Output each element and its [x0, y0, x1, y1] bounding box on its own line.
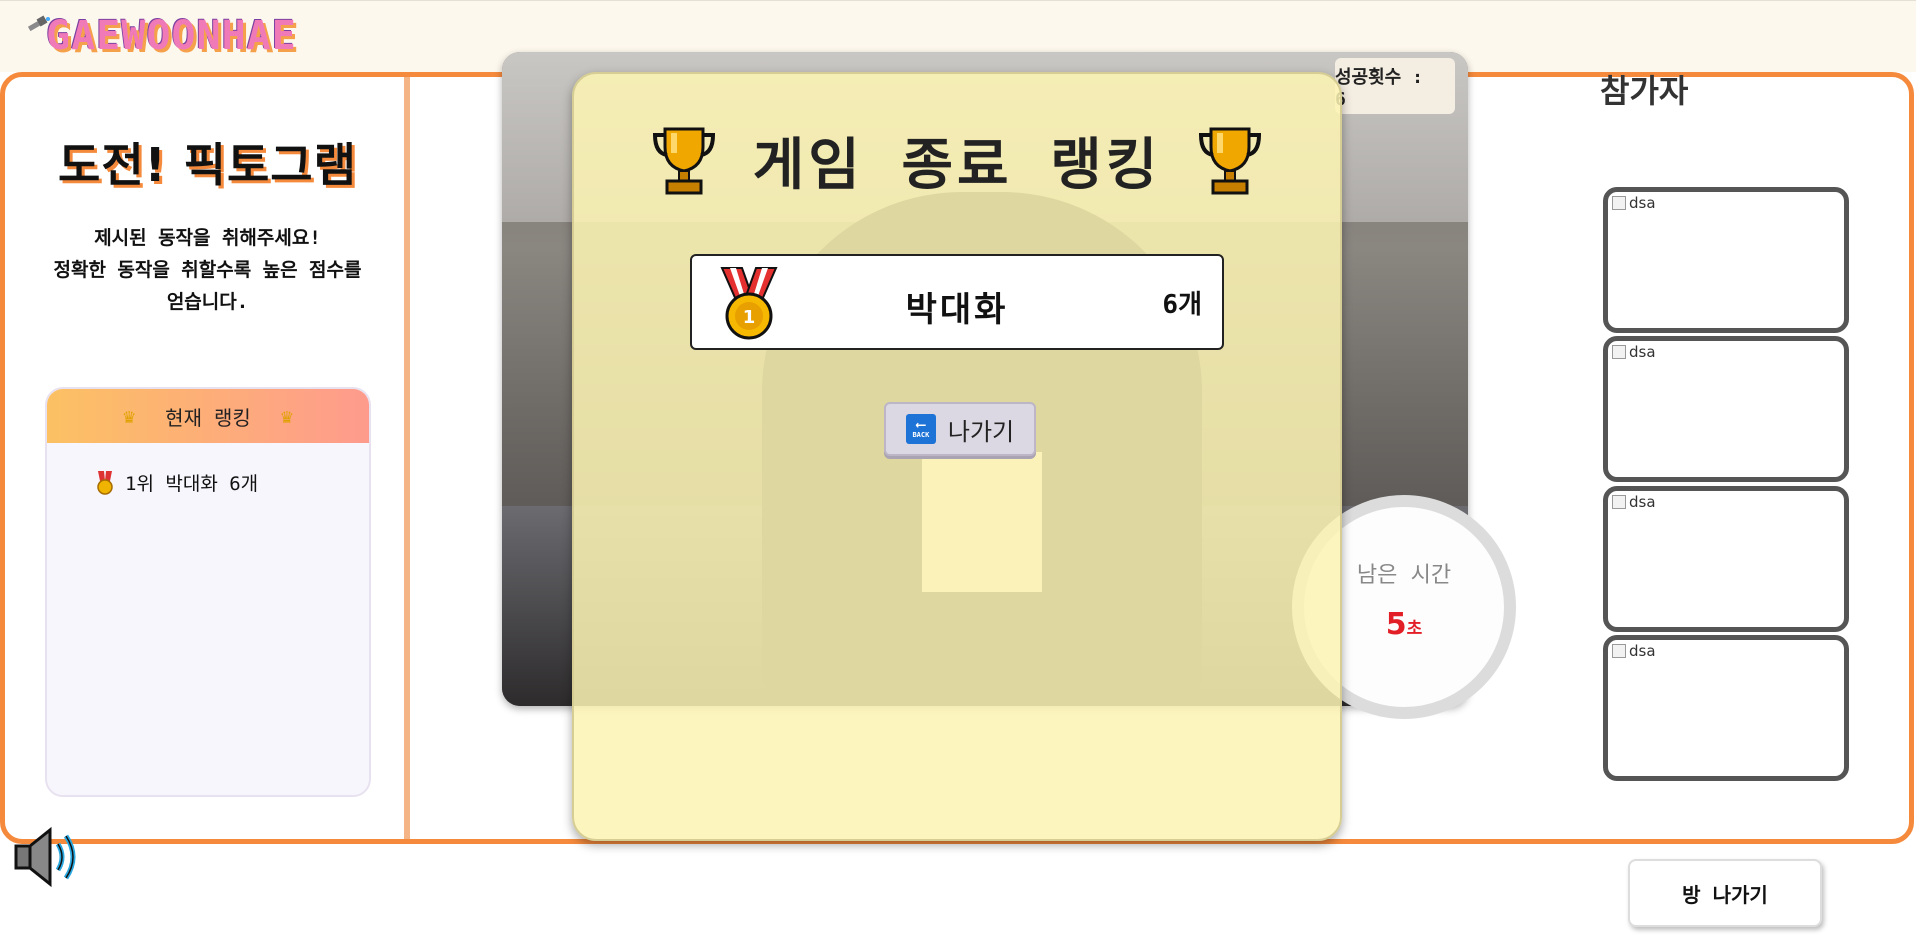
participant-video: dsa	[1603, 635, 1849, 781]
ranking-entry: 1위 박대화 6개	[95, 469, 258, 496]
instruction-line: 제시된 동작을 취해주세요!	[94, 227, 321, 249]
instruction-line: 정확한 동작을 취할수록 높은 점수를	[53, 259, 362, 281]
timer-value: 5	[1385, 607, 1407, 642]
exit-button-label: 나가기	[947, 417, 1015, 446]
participant-video: dsa	[1603, 486, 1849, 632]
broken-image-icon	[1612, 345, 1626, 359]
broken-image-icon	[1612, 196, 1626, 210]
game-instructions: 제시된 동작을 취해주세요! 정확한 동작을 취할수록 높은 점수를 얻습니다.	[15, 222, 400, 318]
back-icon-text: BACK	[912, 431, 930, 439]
broken-image-icon	[1612, 644, 1626, 658]
game-over-modal: 게임 종료 랭킹 1 박대화 6개 ⟵ BACK 나가기	[572, 72, 1342, 841]
modal-title: 게임 종료 랭킹	[574, 120, 1340, 201]
participant-alt: dsa	[1629, 493, 1656, 511]
leave-room-button[interactable]: 방 나가기	[1628, 859, 1822, 927]
instruction-line: 얻습니다.	[166, 291, 249, 313]
participant-alt: dsa	[1629, 343, 1656, 361]
modal-title-text: 게임 종료 랭킹	[752, 133, 1162, 198]
current-ranking-card: ♛ 현재 랭킹 ♛ 1위 박대화 6개	[45, 387, 371, 797]
game-title: 도전! 픽토그램	[58, 138, 357, 192]
participant-alt: dsa	[1629, 194, 1656, 212]
trophy-icon	[652, 127, 715, 194]
timer-unit: 초	[1406, 619, 1423, 639]
left-panel: 도전! 픽토그램 제시된 동작을 취해주세요! 정확한 동작을 취할수록 높은 …	[5, 77, 410, 839]
participant-video: dsa	[1603, 336, 1849, 482]
gold-medal-icon	[97, 470, 113, 495]
logo[interactable]: GAEWOONHAE	[46, 13, 297, 59]
success-count-badge: 성공횟수 : 6	[1335, 58, 1455, 114]
trophy-icon	[1199, 127, 1262, 194]
ranking-title: 현재 랭킹	[165, 405, 251, 430]
crown-icon: ♛	[123, 404, 136, 428]
result-count: 6개	[1162, 290, 1202, 320]
ranking-header: ♛ 현재 랭킹 ♛	[47, 389, 369, 443]
crown-icon: ♛	[280, 404, 293, 428]
speaker-icon[interactable]	[12, 824, 86, 890]
participants-title: 참가자	[1600, 72, 1689, 110]
participant-alt: dsa	[1629, 642, 1656, 660]
broken-image-icon	[1612, 495, 1626, 509]
ranking-entry-text: 1위 박대화 6개	[125, 473, 259, 495]
participant-video: dsa	[1603, 187, 1849, 333]
result-name: 박대화	[905, 290, 1009, 330]
back-icon: ⟵ BACK	[905, 414, 936, 444]
result-row: 1 박대화 6개	[690, 254, 1224, 350]
exit-button[interactable]: ⟵ BACK 나가기	[884, 402, 1036, 456]
